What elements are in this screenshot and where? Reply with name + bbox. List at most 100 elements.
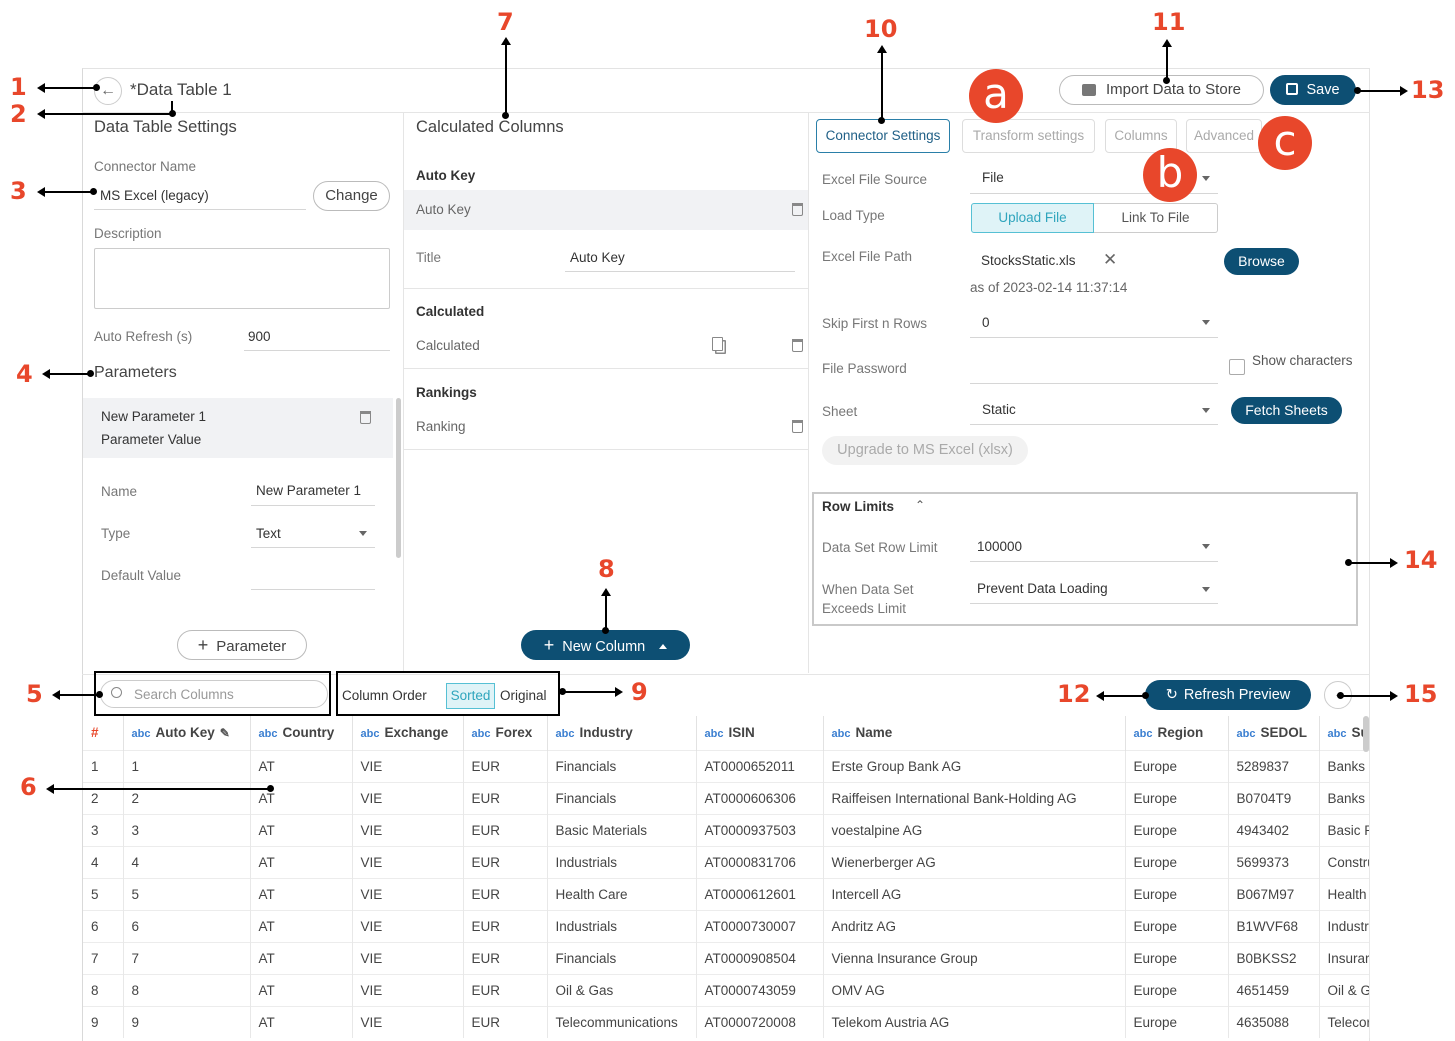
original-toggle[interactable]: Original bbox=[500, 688, 547, 703]
save-button[interactable]: Save bbox=[1270, 75, 1356, 105]
table-cell: Raiffeisen International Bank-Holding AG bbox=[823, 781, 1126, 814]
excel-source-select[interactable]: File bbox=[982, 170, 1004, 185]
description-label: Description bbox=[94, 226, 162, 241]
upgrade-button[interactable]: Upgrade to MS Excel (xlsx) bbox=[822, 436, 1028, 465]
tab-advanced[interactable]: Advanced bbox=[1186, 119, 1262, 153]
table-cell: Constru bbox=[1319, 845, 1370, 878]
skip-rows-select[interactable]: 0 bbox=[982, 315, 990, 330]
table-cell: EUR bbox=[463, 973, 548, 1006]
annotation-line bbox=[171, 101, 173, 113]
parameters-title: Parameters bbox=[94, 364, 177, 381]
param-name-input[interactable]: New Parameter 1 bbox=[256, 483, 361, 498]
table-cell: Banks bbox=[1319, 749, 1370, 782]
delete-ranking-icon[interactable] bbox=[792, 420, 803, 433]
parameter-scrollbar[interactable] bbox=[396, 398, 401, 558]
table-cell: VIE bbox=[352, 845, 464, 878]
table-cell: 9 bbox=[83, 1005, 124, 1038]
annotation-line bbox=[1348, 558, 1398, 567]
refresh-icon: ↻ bbox=[1165, 687, 1178, 703]
sorted-toggle[interactable]: Sorted bbox=[446, 683, 495, 709]
table-cell: B0704T9 bbox=[1228, 781, 1320, 814]
preview-table: # abc Auto Key ✎ abc Country abc Exchange abc For… bbox=[83, 716, 1370, 1038]
link-to-file-toggle[interactable]: Link To File bbox=[1094, 203, 1218, 233]
column-header-label: Forex bbox=[495, 725, 533, 741]
table-cell: EUR bbox=[463, 813, 548, 846]
change-connector-button[interactable]: Change bbox=[313, 181, 390, 211]
column-header[interactable]: abc Exchange bbox=[352, 716, 464, 750]
column-header[interactable]: abc Su bbox=[1319, 716, 1370, 750]
excel-path-label: Excel File Path bbox=[822, 249, 913, 264]
auto-refresh-input[interactable]: 900 bbox=[248, 329, 271, 344]
browse-button[interactable]: Browse bbox=[1224, 248, 1299, 275]
column-header[interactable]: abc Name bbox=[823, 716, 1126, 750]
chevron-up-icon[interactable]: ⌃ bbox=[915, 498, 925, 512]
annotation-line bbox=[37, 187, 93, 196]
annotation-dot bbox=[602, 627, 609, 634]
new-column-button[interactable]: + New Column bbox=[521, 630, 690, 660]
table-cell: 5699373 bbox=[1228, 845, 1320, 878]
search-input[interactable]: Search Columns bbox=[100, 680, 328, 708]
exceeds-select[interactable]: Prevent Data Loading bbox=[977, 581, 1108, 596]
column-header[interactable]: abc Region bbox=[1125, 716, 1229, 750]
description-textarea[interactable] bbox=[94, 248, 390, 309]
title-input[interactable]: Auto Key bbox=[570, 250, 625, 265]
table-cell: 4943402 bbox=[1228, 813, 1320, 846]
table-cell: 2 bbox=[123, 781, 251, 814]
sheet-select[interactable]: Static bbox=[982, 402, 1016, 417]
back-button[interactable]: ← bbox=[94, 77, 122, 105]
new-column-label: New Column bbox=[562, 639, 646, 655]
ranking-item-label[interactable]: Ranking bbox=[416, 419, 466, 434]
tab-connector-settings[interactable]: Connector Settings bbox=[816, 119, 950, 153]
header-divider bbox=[82, 112, 1370, 113]
plus-icon: + bbox=[543, 635, 555, 655]
column-header[interactable]: abc ISIN bbox=[696, 716, 824, 750]
duplicate-icon[interactable] bbox=[712, 337, 723, 351]
import-data-button[interactable]: Import Data to Store bbox=[1059, 75, 1264, 105]
close-icon[interactable]: ✕ bbox=[1103, 250, 1117, 270]
callout-number: 15 bbox=[1404, 680, 1438, 708]
param-type-label: Type bbox=[101, 526, 131, 541]
delete-autokey-icon[interactable] bbox=[792, 203, 803, 216]
text-type-icon: abc bbox=[1327, 728, 1347, 741]
refresh-preview-button[interactable]: ↻ Refresh Preview bbox=[1145, 680, 1311, 710]
table-scrollbar[interactable] bbox=[1363, 716, 1369, 752]
calculated-item-label[interactable]: Calculated bbox=[416, 338, 480, 353]
text-type-icon: abc bbox=[555, 728, 575, 741]
upload-file-toggle[interactable]: Upload File bbox=[971, 203, 1094, 233]
column-header-label: Exchange bbox=[384, 725, 449, 741]
table-header-row: # abc Auto Key ✎ abc Country abc Exchange abc For… bbox=[83, 716, 1370, 750]
callout-number: 13 bbox=[1411, 76, 1445, 104]
callout-number: 4 bbox=[16, 360, 33, 388]
fetch-sheets-button[interactable]: Fetch Sheets bbox=[1231, 397, 1342, 424]
table-row: 4 4 AT VIE EUR Industrials AT0000831706 Wienerb… bbox=[83, 845, 1370, 878]
parameter-list-item[interactable] bbox=[83, 398, 393, 458]
param-type-select[interactable]: Text bbox=[256, 526, 281, 541]
column-header[interactable]: abc Forex bbox=[463, 716, 548, 750]
edit-pencil-icon[interactable]: ✎ bbox=[220, 726, 230, 740]
table-row: 2 2 AT VIE EUR Financials AT0000606306 Raiffeis… bbox=[83, 781, 1370, 814]
tab-transform-settings[interactable]: Transform settings bbox=[962, 119, 1095, 153]
table-cell: Industr bbox=[1319, 909, 1370, 942]
add-parameter-button[interactable]: + Parameter bbox=[177, 630, 307, 660]
search-icon bbox=[111, 687, 122, 698]
table-cell: AT0000908504 bbox=[696, 941, 824, 974]
column-header[interactable]: abc Industry bbox=[547, 716, 697, 750]
delete-calculated-icon[interactable] bbox=[792, 339, 803, 352]
column-header[interactable]: abc Country bbox=[250, 716, 353, 750]
param-type-underline bbox=[251, 547, 375, 548]
show-characters-checkbox[interactable] bbox=[1229, 359, 1245, 375]
callout-number: 9 bbox=[631, 678, 648, 706]
table-cell: 3 bbox=[123, 813, 251, 846]
table-cell: 3 bbox=[83, 813, 124, 846]
column-header[interactable]: abc SEDOL bbox=[1228, 716, 1320, 750]
search-placeholder: Search Columns bbox=[134, 687, 234, 702]
delete-parameter-icon[interactable] bbox=[360, 411, 371, 424]
column-header[interactable]: abc Auto Key ✎ bbox=[123, 716, 251, 750]
file-password-underline bbox=[970, 383, 1218, 384]
row-limit-select[interactable]: 100000 bbox=[977, 539, 1022, 554]
page-title[interactable]: *Data Table 1 bbox=[130, 80, 232, 100]
table-cell: Europe bbox=[1125, 845, 1229, 878]
save-label: Save bbox=[1306, 82, 1340, 98]
table-cell: EUR bbox=[463, 845, 548, 878]
table-cell: 1 bbox=[83, 749, 124, 782]
